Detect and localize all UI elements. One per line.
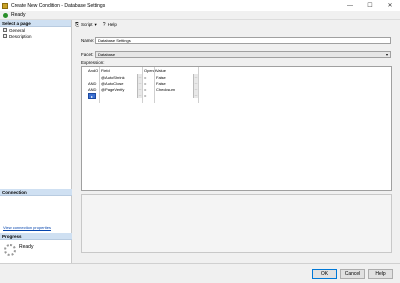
- app-icon: [2, 2, 8, 9]
- select-page-header: Select a page: [0, 20, 71, 27]
- ok-button[interactable]: OK: [312, 269, 337, 279]
- expression-label: Expression:: [81, 60, 105, 65]
- facet-row: Facet: Database ▾: [81, 51, 391, 58]
- script-icon: ⎘: [75, 21, 80, 28]
- page-icon: [3, 34, 7, 38]
- minimize-button[interactable]: —: [340, 0, 360, 11]
- title-bar: Create New Condition - Database Settings…: [0, 0, 400, 11]
- facet-label: Facet:: [81, 52, 94, 57]
- field-ellipsis-button[interactable]: …: [137, 92, 142, 98]
- name-row: Name: Database Settings: [81, 37, 391, 44]
- add-clause-icon[interactable]: ▸: [88, 93, 96, 99]
- header-field: Field: [101, 67, 110, 73]
- name-label: Name:: [81, 38, 95, 43]
- details-pane: [81, 194, 392, 253]
- progress-header: Progress: [0, 233, 72, 240]
- progress-spinner-icon: [4, 244, 16, 256]
- maximize-button[interactable]: ☐: [360, 0, 380, 11]
- help-toolbar-button[interactable]: ? Help: [103, 22, 117, 28]
- row-andor[interactable]: AND: [87, 86, 99, 92]
- left-pane: Select a page General Description Connec…: [0, 20, 72, 263]
- page-item-label: General: [9, 27, 26, 33]
- help-button[interactable]: Help: [368, 269, 393, 279]
- row-field[interactable]: [100, 92, 137, 98]
- name-input[interactable]: Database Settings: [95, 37, 391, 44]
- chevron-down-icon: ▾: [94, 21, 97, 27]
- progress-status: Ready: [19, 244, 34, 250]
- page-item-description[interactable]: Description: [0, 33, 71, 39]
- row-operator[interactable]: =: [143, 92, 154, 98]
- connection-header: Connection: [0, 189, 72, 196]
- help-label: Help: [107, 22, 117, 27]
- status-text: Ready: [11, 12, 26, 18]
- header-value: Value: [156, 67, 166, 73]
- page-item-label: Description: [9, 33, 32, 39]
- close-button[interactable]: ✕: [380, 0, 400, 11]
- column-divider: [198, 67, 199, 103]
- facet-value: Database: [98, 52, 116, 57]
- chevron-down-icon: ▾: [385, 52, 388, 57]
- ready-status-icon: [3, 12, 8, 18]
- facet-select[interactable]: Database ▾: [95, 51, 391, 58]
- row-value[interactable]: [155, 92, 193, 98]
- view-connection-properties-link[interactable]: View connection properties: [3, 225, 51, 230]
- expression-grid[interactable]: AndO Field Operat Value @AutoShrink … = …: [81, 66, 392, 191]
- toolbar: ⎘ Script ▾ ? Help: [73, 20, 400, 29]
- dialog-footer: OK Cancel Help: [0, 263, 400, 283]
- script-button[interactable]: ⎘ Script ▾: [75, 22, 97, 28]
- help-icon: ?: [102, 21, 106, 28]
- status-bar: Ready: [0, 11, 400, 20]
- script-label: Script: [81, 22, 93, 27]
- window-title: Create New Condition - Database Settings: [11, 2, 106, 9]
- cancel-button[interactable]: Cancel: [340, 269, 365, 279]
- page-icon: [3, 28, 7, 32]
- value-ellipsis-button[interactable]: …: [193, 92, 198, 98]
